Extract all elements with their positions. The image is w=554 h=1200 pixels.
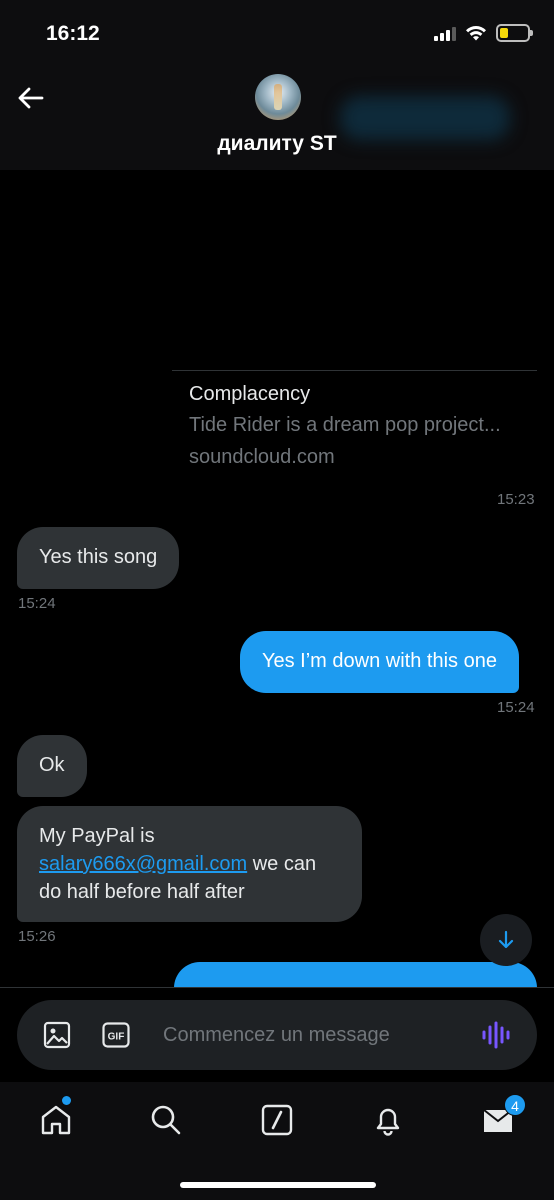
tab-explore[interactable] (146, 1100, 186, 1140)
message-timestamp: 15:26 (18, 928, 56, 945)
gif-button[interactable]: GIF (100, 1019, 132, 1051)
link-card-domain[interactable]: soundcloud.com (189, 446, 335, 469)
gif-icon: GIF (102, 1022, 130, 1048)
back-button[interactable] (14, 82, 46, 114)
tab-grok[interactable] (257, 1100, 297, 1140)
link-card-divider (172, 370, 537, 371)
bell-icon (376, 1108, 400, 1136)
contact-name[interactable]: диалиту ST (0, 132, 554, 156)
message-timestamp: 15:24 (18, 595, 56, 612)
message-timestamp: 15:23 (497, 491, 535, 508)
svg-text:GIF: GIF (108, 1032, 125, 1043)
tab-notifications[interactable] (368, 1100, 408, 1140)
messages-badge: 4 (504, 1094, 526, 1116)
wifi-icon (466, 25, 486, 41)
link-card-description[interactable]: Tide Rider is a dream pop project... (189, 414, 501, 437)
arrow-down-icon (498, 930, 514, 949)
voice-waveform-icon (482, 1021, 510, 1049)
home-indicator (180, 1182, 376, 1188)
search-icon (151, 1105, 181, 1135)
arrow-left-icon (18, 87, 44, 109)
message-bubble-incoming[interactable]: My PayPal is salary666x@gmail.com we can… (17, 806, 362, 922)
conversation-header: 16:12 диалиту ST (0, 0, 554, 170)
contact-avatar[interactable] (255, 74, 301, 120)
voice-message-button[interactable] (480, 1019, 512, 1051)
home-icon (41, 1105, 71, 1135)
message-bubble-incoming[interactable]: Yes this song (17, 527, 180, 589)
image-icon (43, 1021, 71, 1049)
message-input[interactable] (163, 1018, 463, 1052)
message-bubble-incoming[interactable]: Ok (17, 735, 87, 797)
battery-icon (496, 24, 533, 42)
signal-icon (434, 25, 456, 41)
tab-home[interactable] (36, 1100, 76, 1140)
status-icons (434, 24, 533, 42)
message-timestamp: 15:24 (497, 699, 535, 716)
scroll-to-bottom-button[interactable] (480, 914, 532, 966)
home-notification-dot (62, 1096, 71, 1105)
image-button[interactable] (41, 1019, 73, 1051)
message-composer: GIF (17, 1000, 537, 1070)
link-card-title[interactable]: Complacency (189, 383, 310, 406)
message-bubble-outgoing[interactable]: Yes I’m down with this one (240, 631, 519, 693)
email-link[interactable]: salary666x@gmail.com (39, 853, 247, 875)
message-text: My PayPal is (39, 825, 155, 847)
slash-box-icon (261, 1104, 293, 1136)
status-time: 16:12 (46, 22, 100, 45)
